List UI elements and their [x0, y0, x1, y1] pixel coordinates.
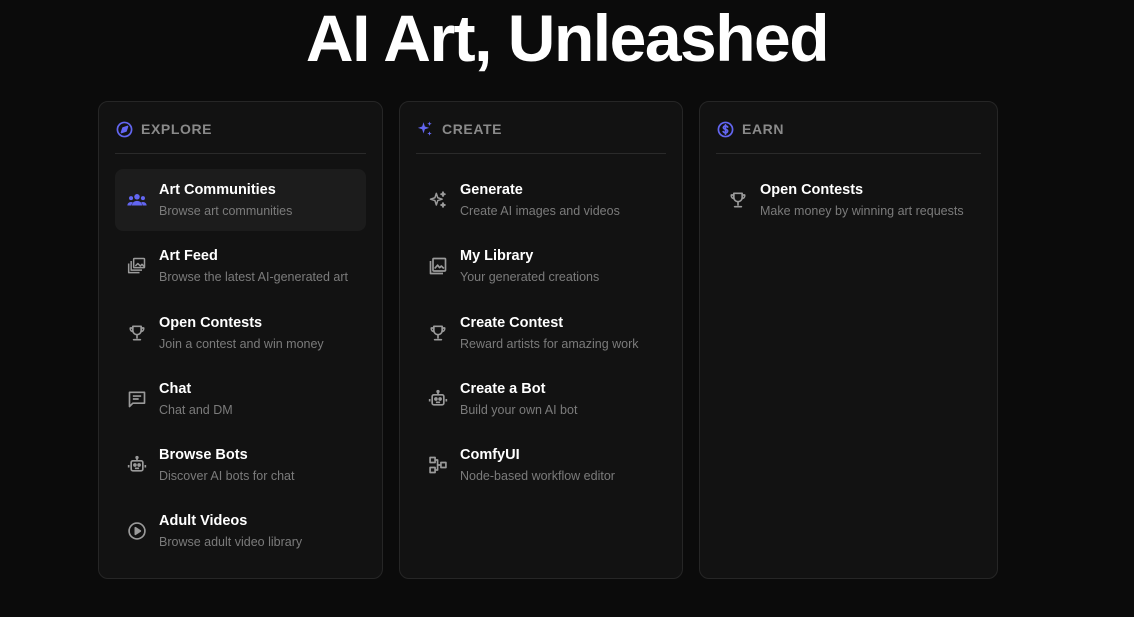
- explore-item-browse-bots[interactable]: Browse Bots Discover AI bots for chat: [115, 434, 366, 496]
- explore-title: EXPLORE: [141, 121, 213, 137]
- item-title: Adult Videos: [159, 513, 248, 530]
- item-title: Art Communities: [159, 182, 276, 198]
- explore-item-art-communities[interactable]: Art Communities Browse art communities: [115, 169, 366, 231]
- item-title: Art Feed: [159, 248, 218, 265]
- create-title: CREATE: [442, 121, 503, 137]
- earn-items: Open Contests Make money by winning art …: [716, 169, 981, 235]
- explore-item-open-contests[interactable]: Open Contests Join a contest and win mon…: [115, 302, 366, 364]
- item-desc: Make money by winning art requests: [760, 204, 964, 218]
- compass-icon: [115, 120, 133, 138]
- earn-header: EARN: [716, 120, 981, 154]
- item-desc: Chat and DM: [159, 402, 233, 417]
- explore-item-chat[interactable]: Chat Chat and DM: [115, 368, 366, 430]
- trophy-icon: [427, 322, 449, 344]
- create-items: Generate Create AI images and videos My …: [416, 169, 666, 500]
- item-title: Open Contests: [760, 182, 864, 198]
- item-title: Open Contests: [159, 314, 263, 331]
- item-desc: Browse adult video library: [159, 535, 303, 550]
- image-library-icon: [427, 255, 449, 277]
- earn-card: EARN Open Contests Make money by winning…: [699, 101, 998, 579]
- create-card: CREATE Generate Create AI images and vid…: [399, 101, 683, 579]
- item-title: Create a Bot: [460, 380, 546, 397]
- explore-items: Art Communities Browse art communities A…: [115, 169, 366, 567]
- explore-item-art-feed[interactable]: Art Feed Browse the latest AI-generated …: [115, 235, 366, 297]
- users-icon: [126, 189, 148, 211]
- item-desc: Your generated creations: [460, 270, 600, 285]
- item-desc: Discover AI bots for chat: [159, 469, 295, 484]
- item-title: My Library: [460, 248, 534, 265]
- create-header: CREATE: [416, 120, 666, 154]
- item-title: Create Contest: [460, 314, 564, 331]
- item-desc: Browse the latest AI-generated art: [159, 270, 348, 285]
- explore-item-adult-videos[interactable]: Adult Videos Browse adult video library: [115, 500, 366, 562]
- create-item-generate[interactable]: Generate Create AI images and videos: [416, 169, 666, 231]
- create-item-my-library[interactable]: My Library Your generated creations: [416, 235, 666, 297]
- trophy-icon: [126, 322, 148, 344]
- dollar-circle-icon: [716, 120, 734, 138]
- item-desc: Browse art communities: [159, 204, 293, 218]
- item-desc: Create AI images and videos: [460, 204, 620, 218]
- gallery-stack-icon: [126, 255, 148, 277]
- item-desc: Build your own AI bot: [460, 402, 578, 417]
- robot-icon: [427, 388, 449, 410]
- sparkles-icon: [427, 189, 449, 211]
- explore-header: EXPLORE: [115, 120, 366, 154]
- play-circle-icon: [126, 520, 148, 542]
- create-item-create-contest[interactable]: Create Contest Reward artists for amazin…: [416, 302, 666, 364]
- item-desc: Join a contest and win money: [159, 336, 324, 351]
- item-title: Browse Bots: [159, 447, 248, 464]
- item-title: Chat: [159, 380, 192, 397]
- trophy-icon: [727, 189, 749, 211]
- workflow-icon: [427, 454, 449, 476]
- earn-item-open-contests[interactable]: Open Contests Make money by winning art …: [716, 169, 981, 231]
- sparkles-icon: [416, 120, 434, 138]
- explore-card: EXPLORE Art Communities Browse art commu…: [98, 101, 383, 579]
- item-desc: Node-based workflow editor: [460, 469, 615, 484]
- item-title: ComfyUI: [460, 447, 520, 464]
- robot-icon: [126, 454, 148, 476]
- hero-title: AI Art, Unleashed: [305, 1, 830, 75]
- item-desc: Reward artists for amazing work: [460, 336, 639, 351]
- item-title: Generate: [460, 182, 523, 198]
- create-item-comfyui[interactable]: ComfyUI Node-based workflow editor: [416, 434, 666, 496]
- chat-icon: [126, 388, 148, 410]
- create-item-create-bot[interactable]: Create a Bot Build your own AI bot: [416, 368, 666, 430]
- earn-title: EARN: [742, 121, 785, 137]
